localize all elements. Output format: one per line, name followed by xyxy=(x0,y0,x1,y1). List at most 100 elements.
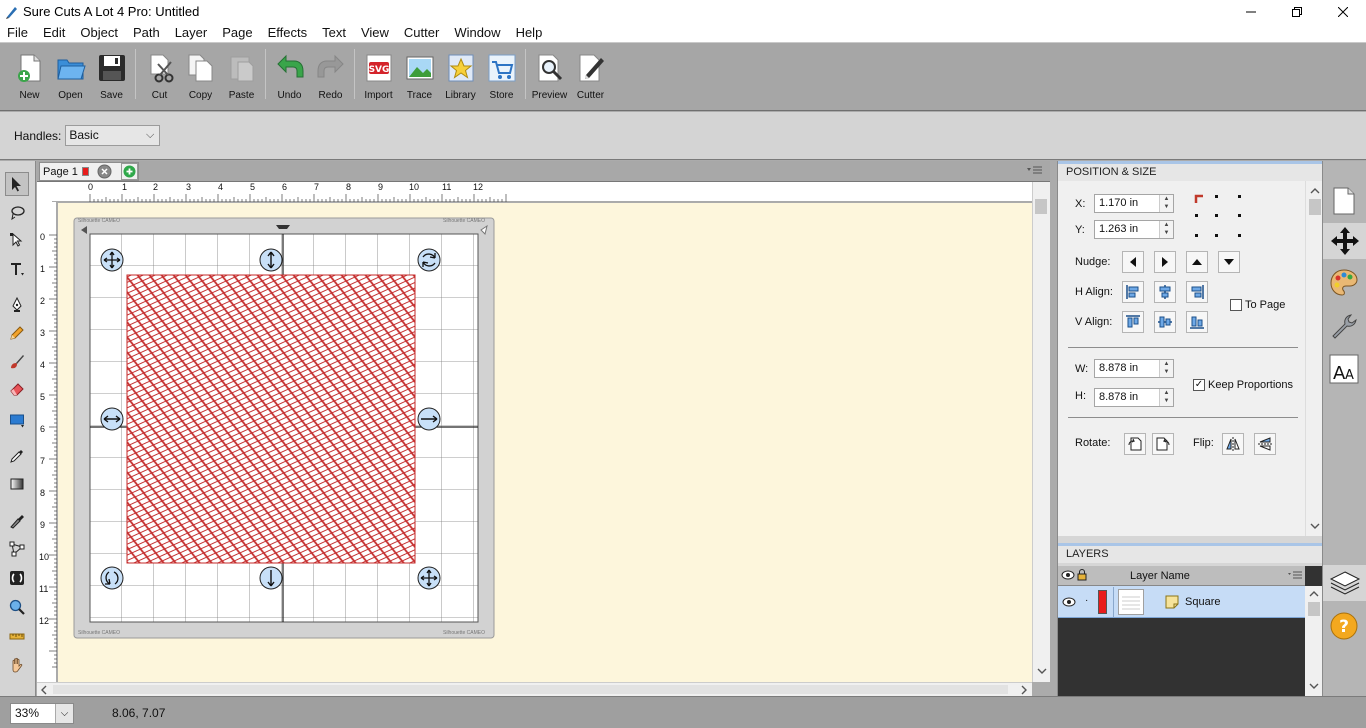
lasso-tool[interactable] xyxy=(5,201,29,225)
layer-visibility-eye-icon[interactable] xyxy=(1062,597,1076,607)
scroll-thumb[interactable] xyxy=(1308,602,1320,616)
paste-button[interactable]: Paste xyxy=(221,43,262,103)
undo-button[interactable]: Undo xyxy=(269,43,310,103)
copy-button[interactable]: Copy xyxy=(180,43,221,103)
spinner-arrows-icon[interactable]: ▲ ▼ xyxy=(1159,360,1173,377)
scroll-thumb[interactable] xyxy=(1035,199,1047,214)
layer-lock-dot[interactable]: · xyxy=(1085,595,1088,606)
move-handle-icon[interactable] xyxy=(417,566,441,590)
nudge-left-button[interactable] xyxy=(1122,251,1144,273)
layer-color-swatch[interactable] xyxy=(1098,590,1107,614)
cut-button[interactable]: Cut xyxy=(139,43,180,103)
weld-tool[interactable] xyxy=(5,566,29,590)
save-button[interactable]: Save xyxy=(91,43,132,103)
text-panel-button[interactable]: AA xyxy=(1326,351,1362,387)
resize-vertical-handle-icon[interactable] xyxy=(259,248,283,272)
menu-edit[interactable]: Edit xyxy=(36,23,73,43)
cutter-button[interactable]: Cutter xyxy=(570,43,611,103)
nudge-right-button[interactable] xyxy=(1154,251,1176,273)
lock-icon[interactable] xyxy=(1077,568,1087,581)
pan-tool[interactable] xyxy=(5,653,29,677)
flip-horizontal-button[interactable] xyxy=(1222,433,1244,455)
spinner-arrows-icon[interactable]: ▲ ▼ xyxy=(1159,389,1173,406)
height-input[interactable]: 8.878 in ▲ ▼ xyxy=(1094,388,1174,407)
to-page-checkbox[interactable] xyxy=(1230,299,1242,311)
restore-button[interactable] xyxy=(1274,0,1320,23)
close-window-button[interactable] xyxy=(1320,0,1366,23)
open-button[interactable]: Open xyxy=(50,43,91,103)
minimize-button[interactable] xyxy=(1228,0,1274,23)
scroll-down-icon[interactable] xyxy=(1037,667,1047,675)
menu-file[interactable]: File xyxy=(0,23,36,43)
arrow-down-handle-icon[interactable] xyxy=(259,566,283,590)
shape-tool[interactable] xyxy=(5,408,29,432)
scroll-right-icon[interactable] xyxy=(1020,685,1028,695)
menu-help[interactable]: Help xyxy=(509,23,551,43)
x-input[interactable]: 1.170 in ▲ ▼ xyxy=(1094,194,1174,213)
settings-panel-button[interactable] xyxy=(1326,309,1362,345)
text-tool[interactable] xyxy=(5,257,29,281)
menu-object[interactable]: Object xyxy=(73,23,126,43)
handles-select[interactable]: Basic ⌵ xyxy=(65,125,161,146)
eraser-tool[interactable] xyxy=(5,377,29,401)
move-handle-icon[interactable] xyxy=(100,248,124,272)
pen-tool[interactable] xyxy=(5,293,29,317)
scroll-left-icon[interactable] xyxy=(40,685,48,695)
flip-vertical-button[interactable] xyxy=(1254,433,1276,455)
tab-menu-icon[interactable] xyxy=(1027,166,1043,176)
layer-row[interactable]: · Square xyxy=(1058,586,1305,618)
store-button[interactable]: Store xyxy=(481,43,522,103)
layers-menu-icon[interactable] xyxy=(1288,571,1302,580)
position-size-panel-button[interactable] xyxy=(1323,223,1366,259)
layers-panel-button[interactable] xyxy=(1323,565,1366,601)
node-edit-tool[interactable] xyxy=(5,537,29,561)
vertical-scrollbar[interactable] xyxy=(1032,182,1050,682)
nudge-down-button[interactable] xyxy=(1218,251,1240,273)
work-area[interactable]: Silhouette CAMEO Silhouette CAMEO Silhou… xyxy=(58,203,1032,682)
scroll-up-icon[interactable] xyxy=(1309,590,1319,598)
eyedropper-tool[interactable] xyxy=(5,444,29,468)
rotate-handle-icon[interactable] xyxy=(100,566,124,590)
rotate-left-button[interactable] xyxy=(1124,433,1146,455)
zoom-select[interactable]: 33% ⌵ xyxy=(10,703,74,724)
menu-view[interactable]: View xyxy=(354,23,397,43)
pencil-tool[interactable] xyxy=(5,321,29,345)
close-page-icon[interactable] xyxy=(97,164,112,179)
add-page-icon[interactable] xyxy=(121,163,138,180)
library-button[interactable]: Library xyxy=(440,43,481,103)
reference-point-grid-icon[interactable] xyxy=(1193,193,1245,239)
menu-layer[interactable]: Layer xyxy=(168,23,216,43)
y-input[interactable]: 1.263 in ▲ ▼ xyxy=(1094,220,1174,239)
scroll-up-icon[interactable] xyxy=(1310,187,1320,195)
align-center-button[interactable] xyxy=(1154,281,1176,303)
menu-text[interactable]: Text xyxy=(315,23,354,43)
keep-proportions-checkbox[interactable]: ✓ xyxy=(1193,379,1205,391)
position-size-scrollbar[interactable] xyxy=(1305,181,1323,536)
horizontal-scrollbar[interactable] xyxy=(37,682,1032,696)
align-right-button[interactable] xyxy=(1186,281,1208,303)
measure-tool[interactable] xyxy=(5,624,29,648)
menu-page[interactable]: Page xyxy=(215,23,260,43)
rotate-right-button[interactable] xyxy=(1152,433,1174,455)
width-input[interactable]: 8.878 in ▲ ▼ xyxy=(1094,359,1174,378)
rotate-handle-icon[interactable] xyxy=(417,248,441,272)
nudge-up-button[interactable] xyxy=(1186,251,1208,273)
zoom-tool[interactable] xyxy=(5,595,29,619)
select-tool[interactable] xyxy=(5,172,29,196)
trace-button[interactable]: Trace xyxy=(399,43,440,103)
document-panel-button[interactable] xyxy=(1326,183,1362,219)
menu-path[interactable]: Path xyxy=(126,23,168,43)
import-button[interactable]: SVG Import xyxy=(358,43,399,103)
preview-button[interactable]: Preview xyxy=(529,43,570,103)
spinner-arrows-icon[interactable]: ▲ ▼ xyxy=(1159,195,1173,212)
align-left-button[interactable] xyxy=(1122,281,1144,303)
help-panel-button[interactable]: ? xyxy=(1326,608,1362,644)
color-panel-button[interactable] xyxy=(1326,265,1362,301)
resize-horizontal-handle-icon[interactable] xyxy=(100,407,124,431)
scroll-down-icon[interactable] xyxy=(1310,522,1320,530)
menu-cutter[interactable]: Cutter xyxy=(397,23,447,43)
new-button[interactable]: New xyxy=(9,43,50,103)
layers-scrollbar[interactable] xyxy=(1305,586,1323,696)
scroll-track[interactable] xyxy=(53,685,1008,694)
scroll-thumb[interactable] xyxy=(1309,199,1321,215)
